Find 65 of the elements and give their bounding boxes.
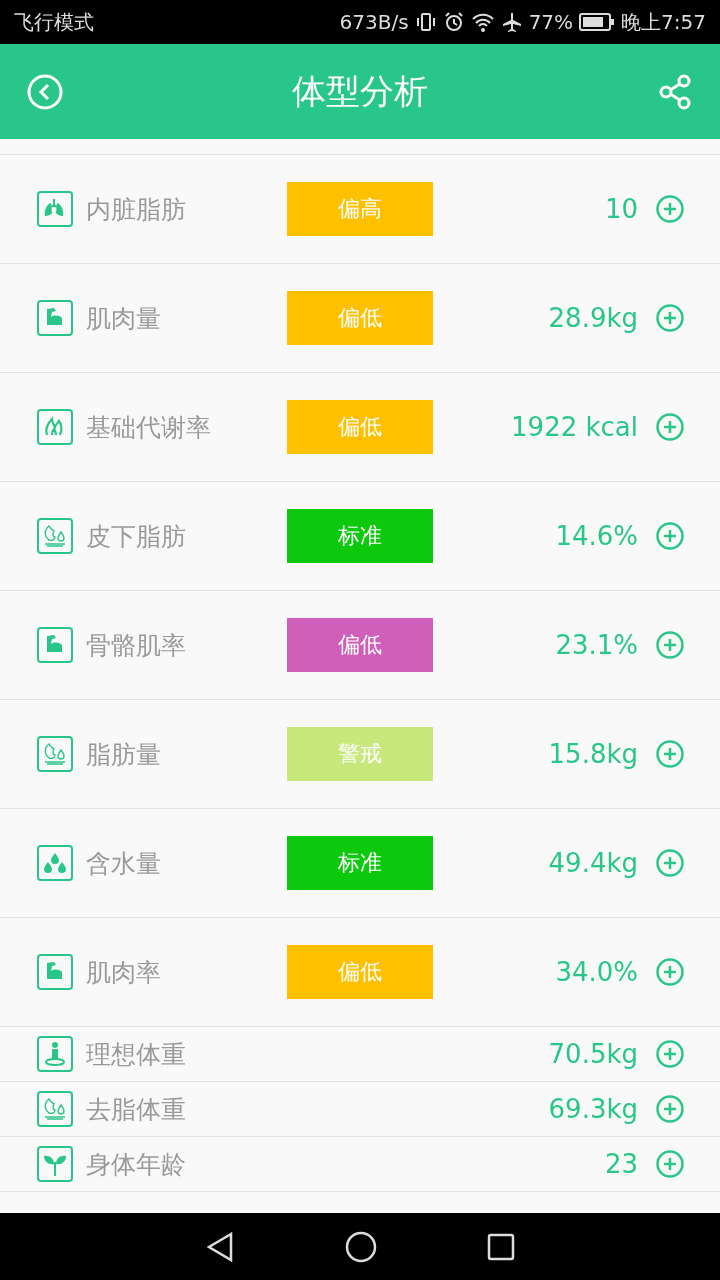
airplane-icon (500, 11, 523, 33)
add-icon[interactable] (656, 304, 684, 332)
add-icon[interactable] (656, 522, 684, 550)
status-tag: 偏低 (287, 618, 433, 672)
battery-percent: 77% (528, 10, 574, 34)
metric-value: 14.6% (554, 521, 638, 551)
metric-label: 基础代谢率 (86, 411, 212, 444)
status-tag: 警戒 (287, 727, 433, 781)
metric-label: 去脂体重 (86, 1093, 187, 1126)
add-icon[interactable] (656, 849, 684, 877)
metric-label: 内脏脂肪 (86, 193, 187, 226)
sprout-icon (37, 1146, 73, 1182)
add-icon[interactable] (656, 740, 684, 768)
flexed-arm-icon (37, 300, 73, 336)
metric-value: 49.4kg (547, 848, 638, 878)
clock-time: 晚上7:57 (621, 8, 706, 36)
metric-label: 理想体重 (86, 1038, 187, 1071)
add-icon[interactable] (656, 1150, 684, 1178)
network-speed: 673B/s (339, 10, 409, 34)
add-icon[interactable] (656, 958, 684, 986)
status-text: 飞行模式 (14, 8, 94, 36)
fat-drop-icon (37, 736, 73, 772)
add-icon[interactable] (656, 1040, 684, 1068)
flame-icon (37, 409, 73, 445)
fat-drop-icon (37, 1091, 73, 1127)
status-tag: 偏低 (287, 291, 433, 345)
lungs-icon (37, 191, 73, 227)
metric-value: 15.8kg (547, 739, 638, 769)
home-nav-icon[interactable] (345, 1230, 377, 1263)
metric-value: 23.1% (554, 630, 638, 660)
metric-label: 皮下脂肪 (86, 520, 187, 553)
metric-label: 肌肉率 (86, 956, 162, 989)
status-tag: 偏低 (287, 400, 433, 454)
add-icon[interactable] (656, 631, 684, 659)
water-drops-icon (37, 845, 73, 881)
flexed-arm-icon (37, 954, 73, 990)
back-button[interactable] (26, 72, 64, 111)
person-icon (37, 1036, 73, 1072)
metric-value: 28.9kg (547, 303, 638, 333)
metric-label: 骨骼肌率 (86, 629, 187, 662)
metric-value: 1922 kcal (510, 412, 638, 442)
status-tag: 偏低 (287, 945, 433, 999)
metric-value: 70.5kg (547, 1039, 638, 1069)
metric-label: 含水量 (86, 847, 162, 880)
metric-label: 脂肪量 (86, 738, 162, 771)
metric-value: 23 (603, 1149, 638, 1179)
status-tag: 标准 (287, 836, 433, 890)
status-tag: 偏高 (287, 182, 433, 236)
metric-label: 身体年龄 (86, 1148, 187, 1181)
flexed-arm-icon (37, 627, 73, 663)
fat-drop-icon (37, 518, 73, 554)
metric-value: 34.0% (554, 957, 638, 987)
wifi-icon (470, 11, 495, 33)
status-tag: 标准 (287, 509, 433, 563)
page-title: 体型分析 (291, 69, 429, 113)
battery-icon (579, 12, 616, 32)
recents-nav-icon[interactable] (487, 1232, 515, 1261)
add-icon[interactable] (656, 413, 684, 441)
add-icon[interactable] (656, 195, 684, 223)
vibrate-icon (414, 11, 437, 33)
metric-label: 肌肉量 (86, 302, 162, 335)
metric-value: 69.3kg (547, 1094, 638, 1124)
back-nav-icon[interactable] (205, 1230, 235, 1263)
add-icon[interactable] (656, 1095, 684, 1123)
metric-value: 10 (603, 194, 638, 224)
